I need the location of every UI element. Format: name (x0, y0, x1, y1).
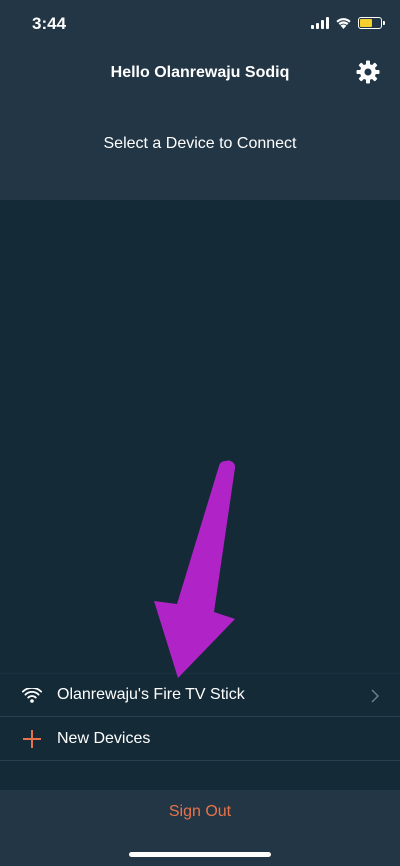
status-time: 3:44 (32, 14, 67, 33)
gear-icon[interactable] (356, 60, 380, 84)
page-subtitle: Select a Device to Connect (103, 135, 297, 152)
greeting-title: Hello Olanrewaju Sodiq (110, 64, 290, 81)
home-indicator (129, 852, 271, 857)
battery-icon (358, 17, 385, 29)
sign-out-button[interactable]: Sign Out (0, 803, 400, 821)
cellular-signal-icon (311, 17, 329, 29)
wifi-icon (20, 685, 44, 705)
device-list: Olanrewaju's Fire TV Stick New Devices (0, 673, 400, 761)
status-bar: 3:44 (0, 0, 400, 48)
device-label: Olanrewaju's Fire TV Stick (57, 686, 245, 703)
new-devices-label: New Devices (57, 729, 151, 747)
plus-icon (20, 729, 44, 749)
sign-out-bar: Sign Out (0, 790, 400, 866)
wifi-status-icon (335, 17, 352, 29)
chevron-right-icon (370, 688, 380, 704)
device-row-fire-tv-stick[interactable]: Olanrewaju's Fire TV Stick (0, 673, 400, 717)
header: Hello Olanrewaju Sodiq Select a Device t… (0, 48, 400, 200)
new-devices-row[interactable]: New Devices (0, 717, 400, 761)
status-icons (311, 15, 385, 31)
